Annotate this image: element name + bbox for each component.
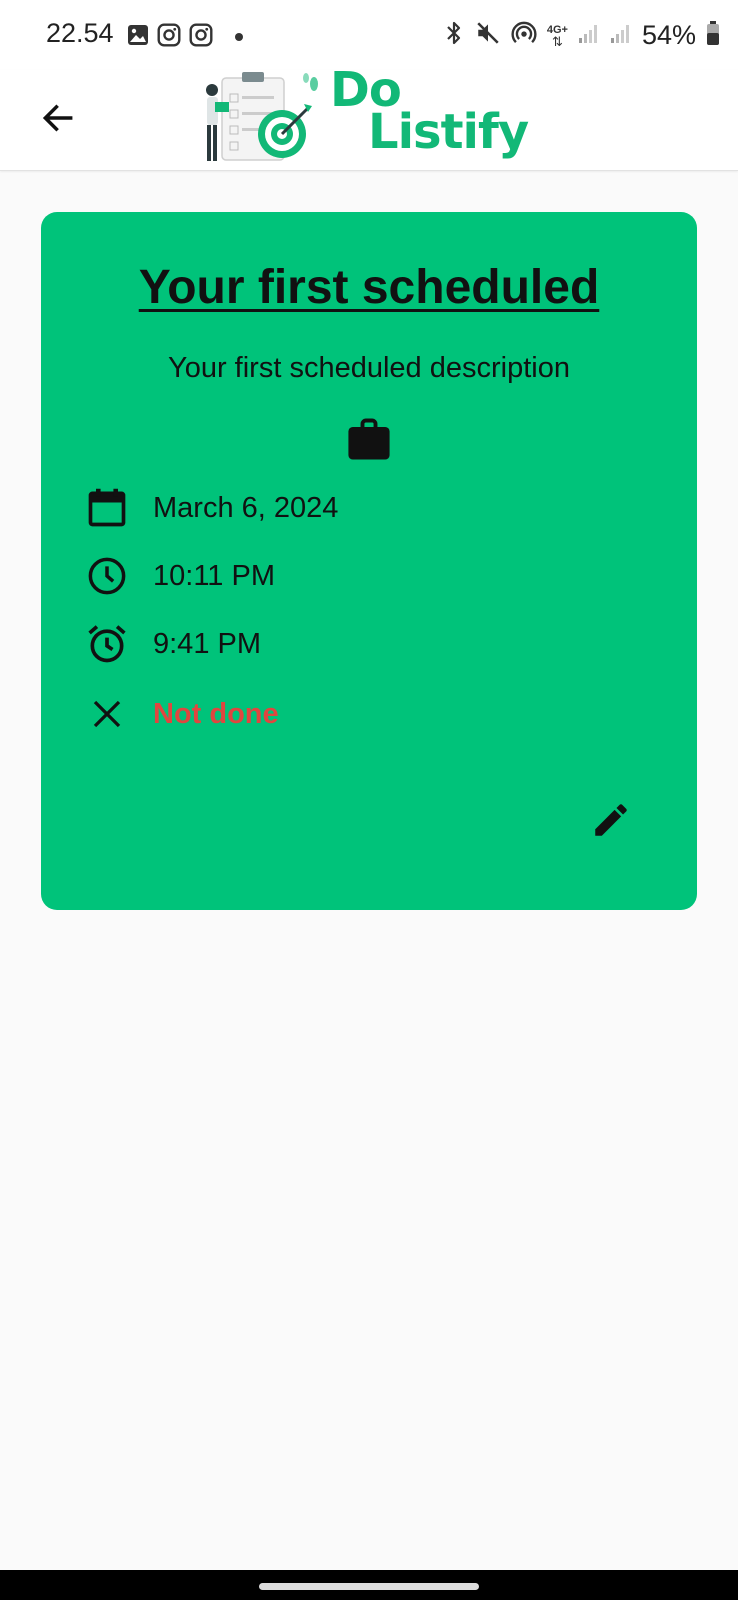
hotspot-icon [511,20,537,51]
battery-icon [706,20,720,51]
task-status: Not done [153,697,279,730]
task-reminder: 9:41 PM [153,627,261,660]
arrow-back-icon [39,99,77,142]
task-time: 10:11 PM [153,559,275,592]
status-time: 22.54 [46,18,114,48]
close-icon [83,690,131,738]
logo-illustration [206,72,318,161]
signal-icon [578,22,600,49]
task-description: Your first scheduled description [168,352,570,384]
logo-text-listify: Listify [368,104,529,160]
gallery-icon [126,23,150,52]
edit-button[interactable] [583,794,639,850]
instagram-icon [156,22,182,53]
back-button[interactable] [30,92,86,148]
app-bar: Do Listify [0,62,738,171]
signal-icon [610,22,632,49]
task-date: March 6, 2024 [153,491,339,524]
home-gesture-handle[interactable] [259,1583,479,1590]
app-logo: Do Listify [196,62,556,170]
instagram-icon [188,22,214,53]
calendar-icon [83,484,131,532]
system-icons: 4G+ ⇅ 54% [443,20,720,51]
notification-icons [126,22,244,53]
clock-icon [83,552,131,600]
battery-percentage: 54% [641,20,696,50]
reminder-row: 9:41 PM [83,618,261,670]
dot-icon [234,29,244,47]
task-title: Your first scheduled [138,261,600,314]
date-row: March 6, 2024 [83,482,338,534]
alarm-icon [83,620,131,668]
status-bar: 22.54 4G+ ⇅ 54% [0,0,738,70]
pencil-icon [590,799,632,846]
task-detail-card: Your first scheduled Your first schedule… [41,212,697,910]
network-4g-icon: 4G+ ⇅ [546,23,568,49]
system-navigation-bar [0,1570,738,1600]
mute-icon [475,20,501,51]
bluetooth-icon [443,20,465,51]
time-row: 10:11 PM [83,550,275,602]
status-row: Not done [83,688,279,740]
briefcase-icon [343,414,395,466]
